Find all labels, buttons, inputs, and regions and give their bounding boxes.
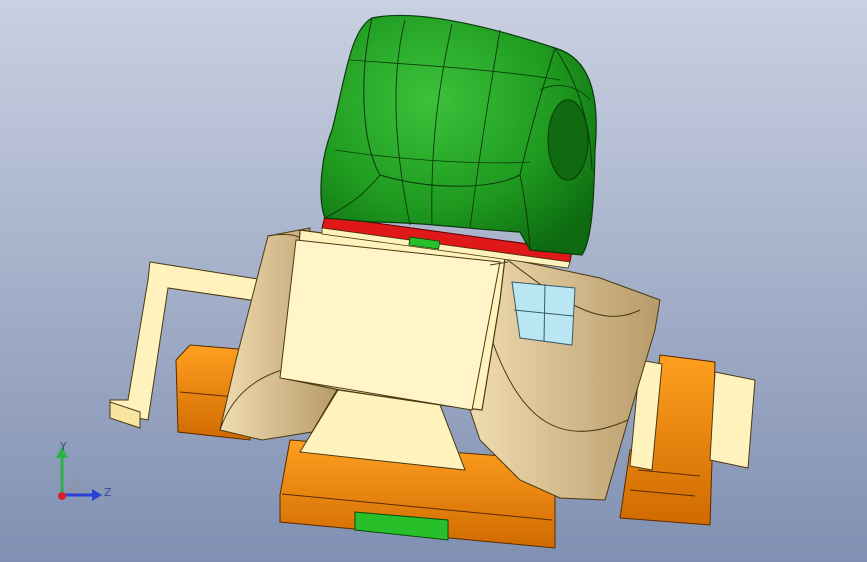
triad-axes	[56, 446, 102, 501]
x-axis-dot	[58, 492, 66, 500]
y-axis-label: Y	[60, 440, 67, 453]
model-canvas[interactable]	[0, 0, 867, 562]
green-cover[interactable]	[320, 14, 597, 256]
triad-plane	[62, 478, 90, 495]
cad-3d-viewport[interactable]: Y Z	[0, 0, 867, 562]
inner-window	[511, 281, 576, 346]
coordinate-triad: Y Z	[40, 440, 120, 510]
z-axis-head	[92, 489, 102, 501]
z-axis-label: Z	[104, 486, 112, 499]
